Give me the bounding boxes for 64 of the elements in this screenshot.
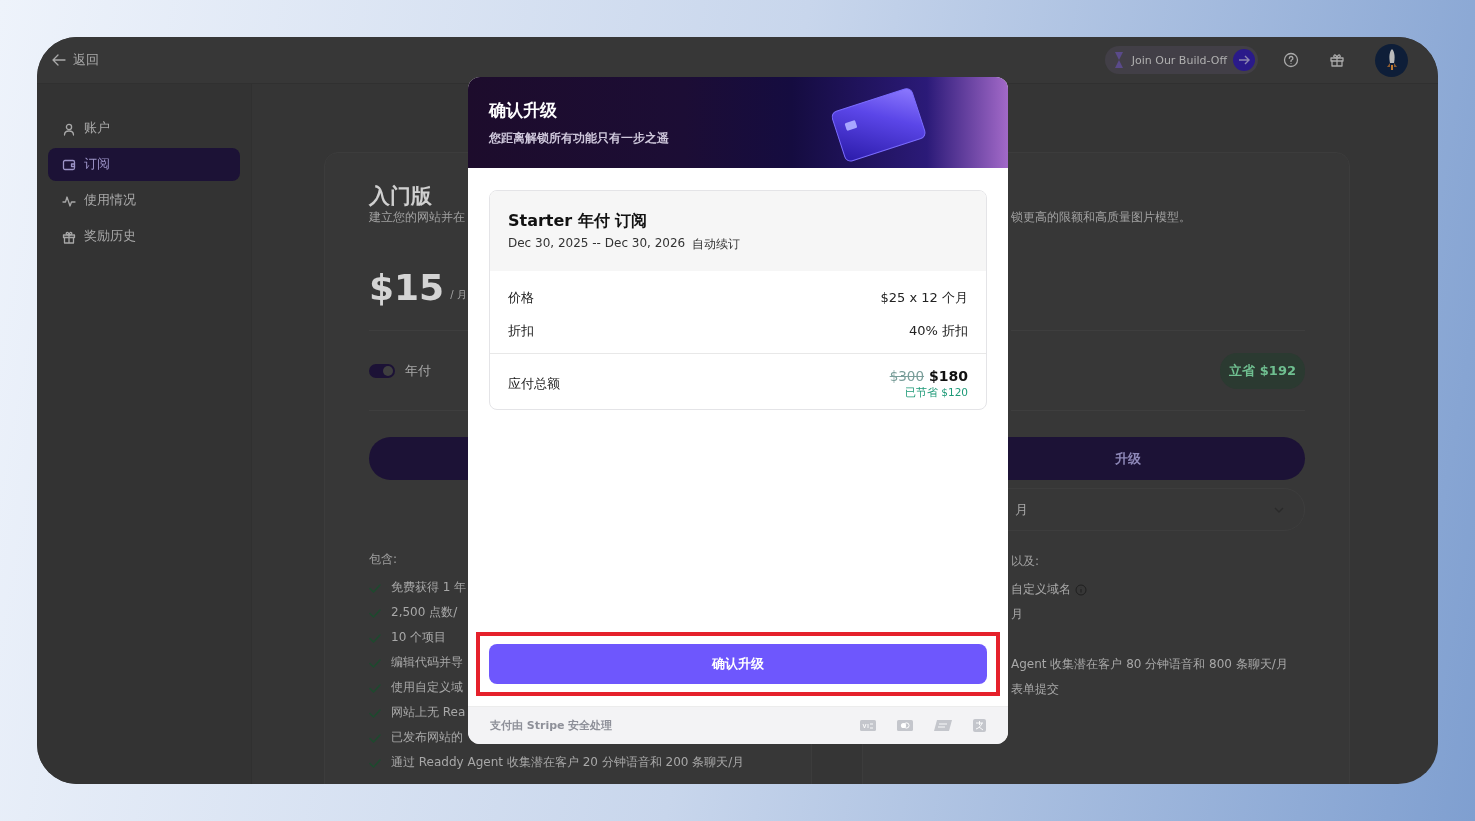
wallet-icon [62,157,76,172]
feature-text: 已发布网站的 [391,729,463,746]
renewal-note: 自动续订 [692,236,741,253]
total-amount: $180 [929,368,968,384]
feature-text: 编辑代码并导 [391,654,463,671]
promo-button[interactable]: Join Our Build-Off [1104,46,1258,74]
feature-text: 使用自定义域 [391,679,463,696]
check-icon [369,607,381,618]
card-brand-icon [860,720,876,731]
help-icon[interactable] [1283,52,1299,68]
total-label: 应付总额 [508,375,560,393]
card-brand-icon [973,719,986,732]
feature-text: 10 个项目 [391,629,447,646]
feature-text: Agent 收集潜在客户 80 分钟语音和 800 条聊天/月 [1011,656,1288,673]
includes-label: 包含: [369,551,398,567]
check-icon [369,632,381,643]
plan-description: 锁更高的限额和高质量图片模型。 [1011,209,1191,225]
row-value: 40% 折扣 [908,321,968,340]
dialog-title: 确认升级 [489,98,558,122]
row-label: 价格 [508,288,534,307]
feature-text: 自定义域名 [1011,581,1071,598]
payment-note: 支付由 Stripe 安全处理 [490,718,613,733]
feature-text: 网站上无 Rea [391,704,466,721]
person-icon [62,121,76,136]
sidebar-item[interactable]: 订阅 [48,148,240,181]
check-icon [369,757,381,768]
feature-text: 免费获得 1 年 [391,579,467,596]
check-icon [369,682,381,693]
savings-badge: 立省 $192 [1220,352,1305,389]
savings-note: 已节省 $120 [904,386,968,400]
card-brand-icon [897,720,913,731]
includes-label: 以及: [1011,553,1040,569]
card-brand-icon [934,720,952,731]
original-price: $300 [889,368,925,384]
row-label: 折扣 [508,321,534,340]
sidebar-item[interactable]: 使用情况 [48,184,240,217]
gift-icon [62,229,76,244]
toggle-label: 年付 [405,361,431,380]
plan-name: Starter 年付 订阅 [508,211,649,232]
plan-title: 入门版 [369,183,432,209]
back-arrow-icon [52,54,66,66]
dialog-subtitle: 您距离解锁所有功能只有一步之遥 [489,129,669,147]
price-amount: $15 [369,267,445,308]
feature-text: 月 [1011,606,1023,623]
arrow-circle-icon [1233,49,1255,71]
check-icon [369,582,381,593]
avatar[interactable] [1375,43,1408,77]
billing-period: Dec 30, 2025 -- Dec 30, 2026 [508,236,686,252]
confirm-upgrade-button[interactable]: 确认升级 [489,644,987,684]
row-value: $25 x 12 个月 [880,288,968,307]
feature-text: 表单提交 [1011,681,1059,698]
plan-description: 建立您的网站并在 [369,209,465,225]
rocket-icon [1384,48,1399,72]
check-icon [369,657,381,668]
billing-toggle[interactable] [369,363,395,378]
check-icon [369,732,381,743]
feature-text: 2,500 点数/ [391,604,458,621]
gift-icon[interactable] [1329,52,1345,68]
price-period: / 月 [450,287,467,302]
sidebar-item[interactable]: 奖励历史 [48,220,240,253]
sidebar-item[interactable]: 账户 [48,112,240,145]
check-icon [369,707,381,718]
back-link[interactable]: 返回 [52,51,99,69]
feature-text: 通过 Readdy Agent 收集潜在客户 20 分钟语音和 200 条聊天/月 [391,754,745,771]
